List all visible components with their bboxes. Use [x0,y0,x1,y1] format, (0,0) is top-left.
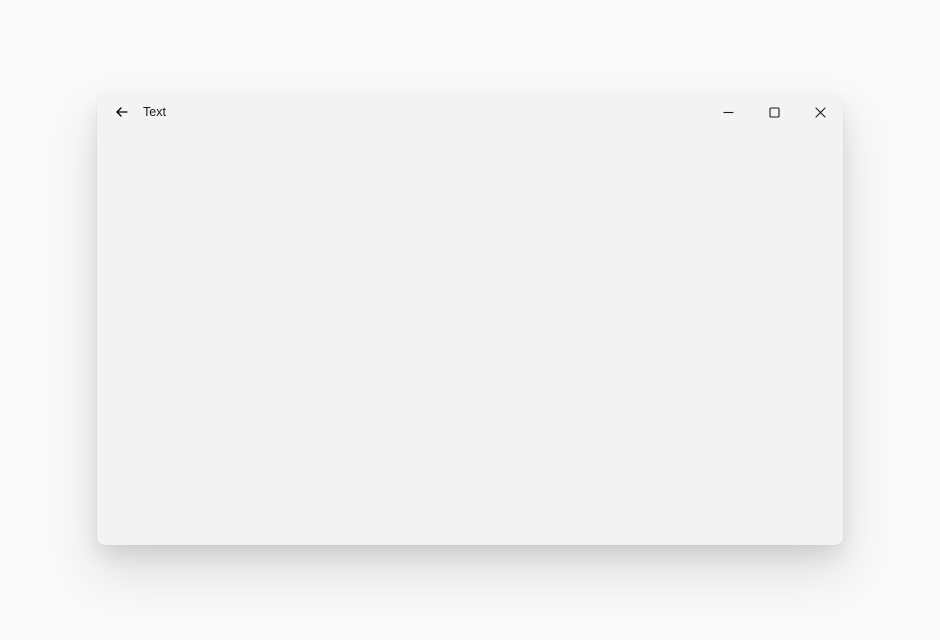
content-area [97,129,843,545]
back-button[interactable] [105,95,139,129]
app-window: Text [97,95,843,545]
close-icon [815,107,826,118]
maximize-icon [769,107,780,118]
titlebar[interactable]: Text [97,95,843,129]
minimize-button[interactable] [705,95,751,129]
desktop-background: Text [0,0,940,640]
minimize-icon [723,107,734,118]
maximize-button[interactable] [751,95,797,129]
window-title: Text [143,95,166,129]
close-button[interactable] [797,95,843,129]
arrow-left-icon [115,105,129,119]
